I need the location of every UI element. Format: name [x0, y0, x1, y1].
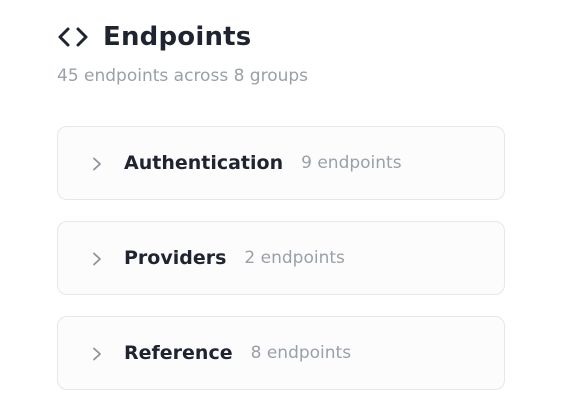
group-card-authentication[interactable]: Authentication 9 endpoints — [57, 126, 505, 200]
chevron-right-icon — [90, 156, 104, 171]
chevron-right-icon — [90, 346, 104, 361]
group-name: Providers — [124, 247, 227, 269]
chevron-right-icon — [90, 251, 104, 266]
page-title: Endpoints — [103, 22, 252, 52]
endpoint-groups-list: Authentication 9 endpoints Providers 2 e… — [57, 126, 505, 411]
group-count: 9 endpoints — [301, 153, 402, 173]
group-name: Authentication — [124, 152, 284, 174]
group-name: Reference — [124, 342, 233, 364]
group-card-reference[interactable]: Reference 8 endpoints — [57, 316, 505, 390]
page-header: Endpoints — [57, 18, 251, 56]
group-card-providers[interactable]: Providers 2 endpoints — [57, 221, 505, 295]
group-count: 2 endpoints — [244, 248, 345, 268]
page-subtitle: 45 endpoints across 8 groups — [57, 66, 309, 86]
code-brackets-icon — [57, 26, 89, 48]
group-count: 8 endpoints — [250, 343, 352, 363]
